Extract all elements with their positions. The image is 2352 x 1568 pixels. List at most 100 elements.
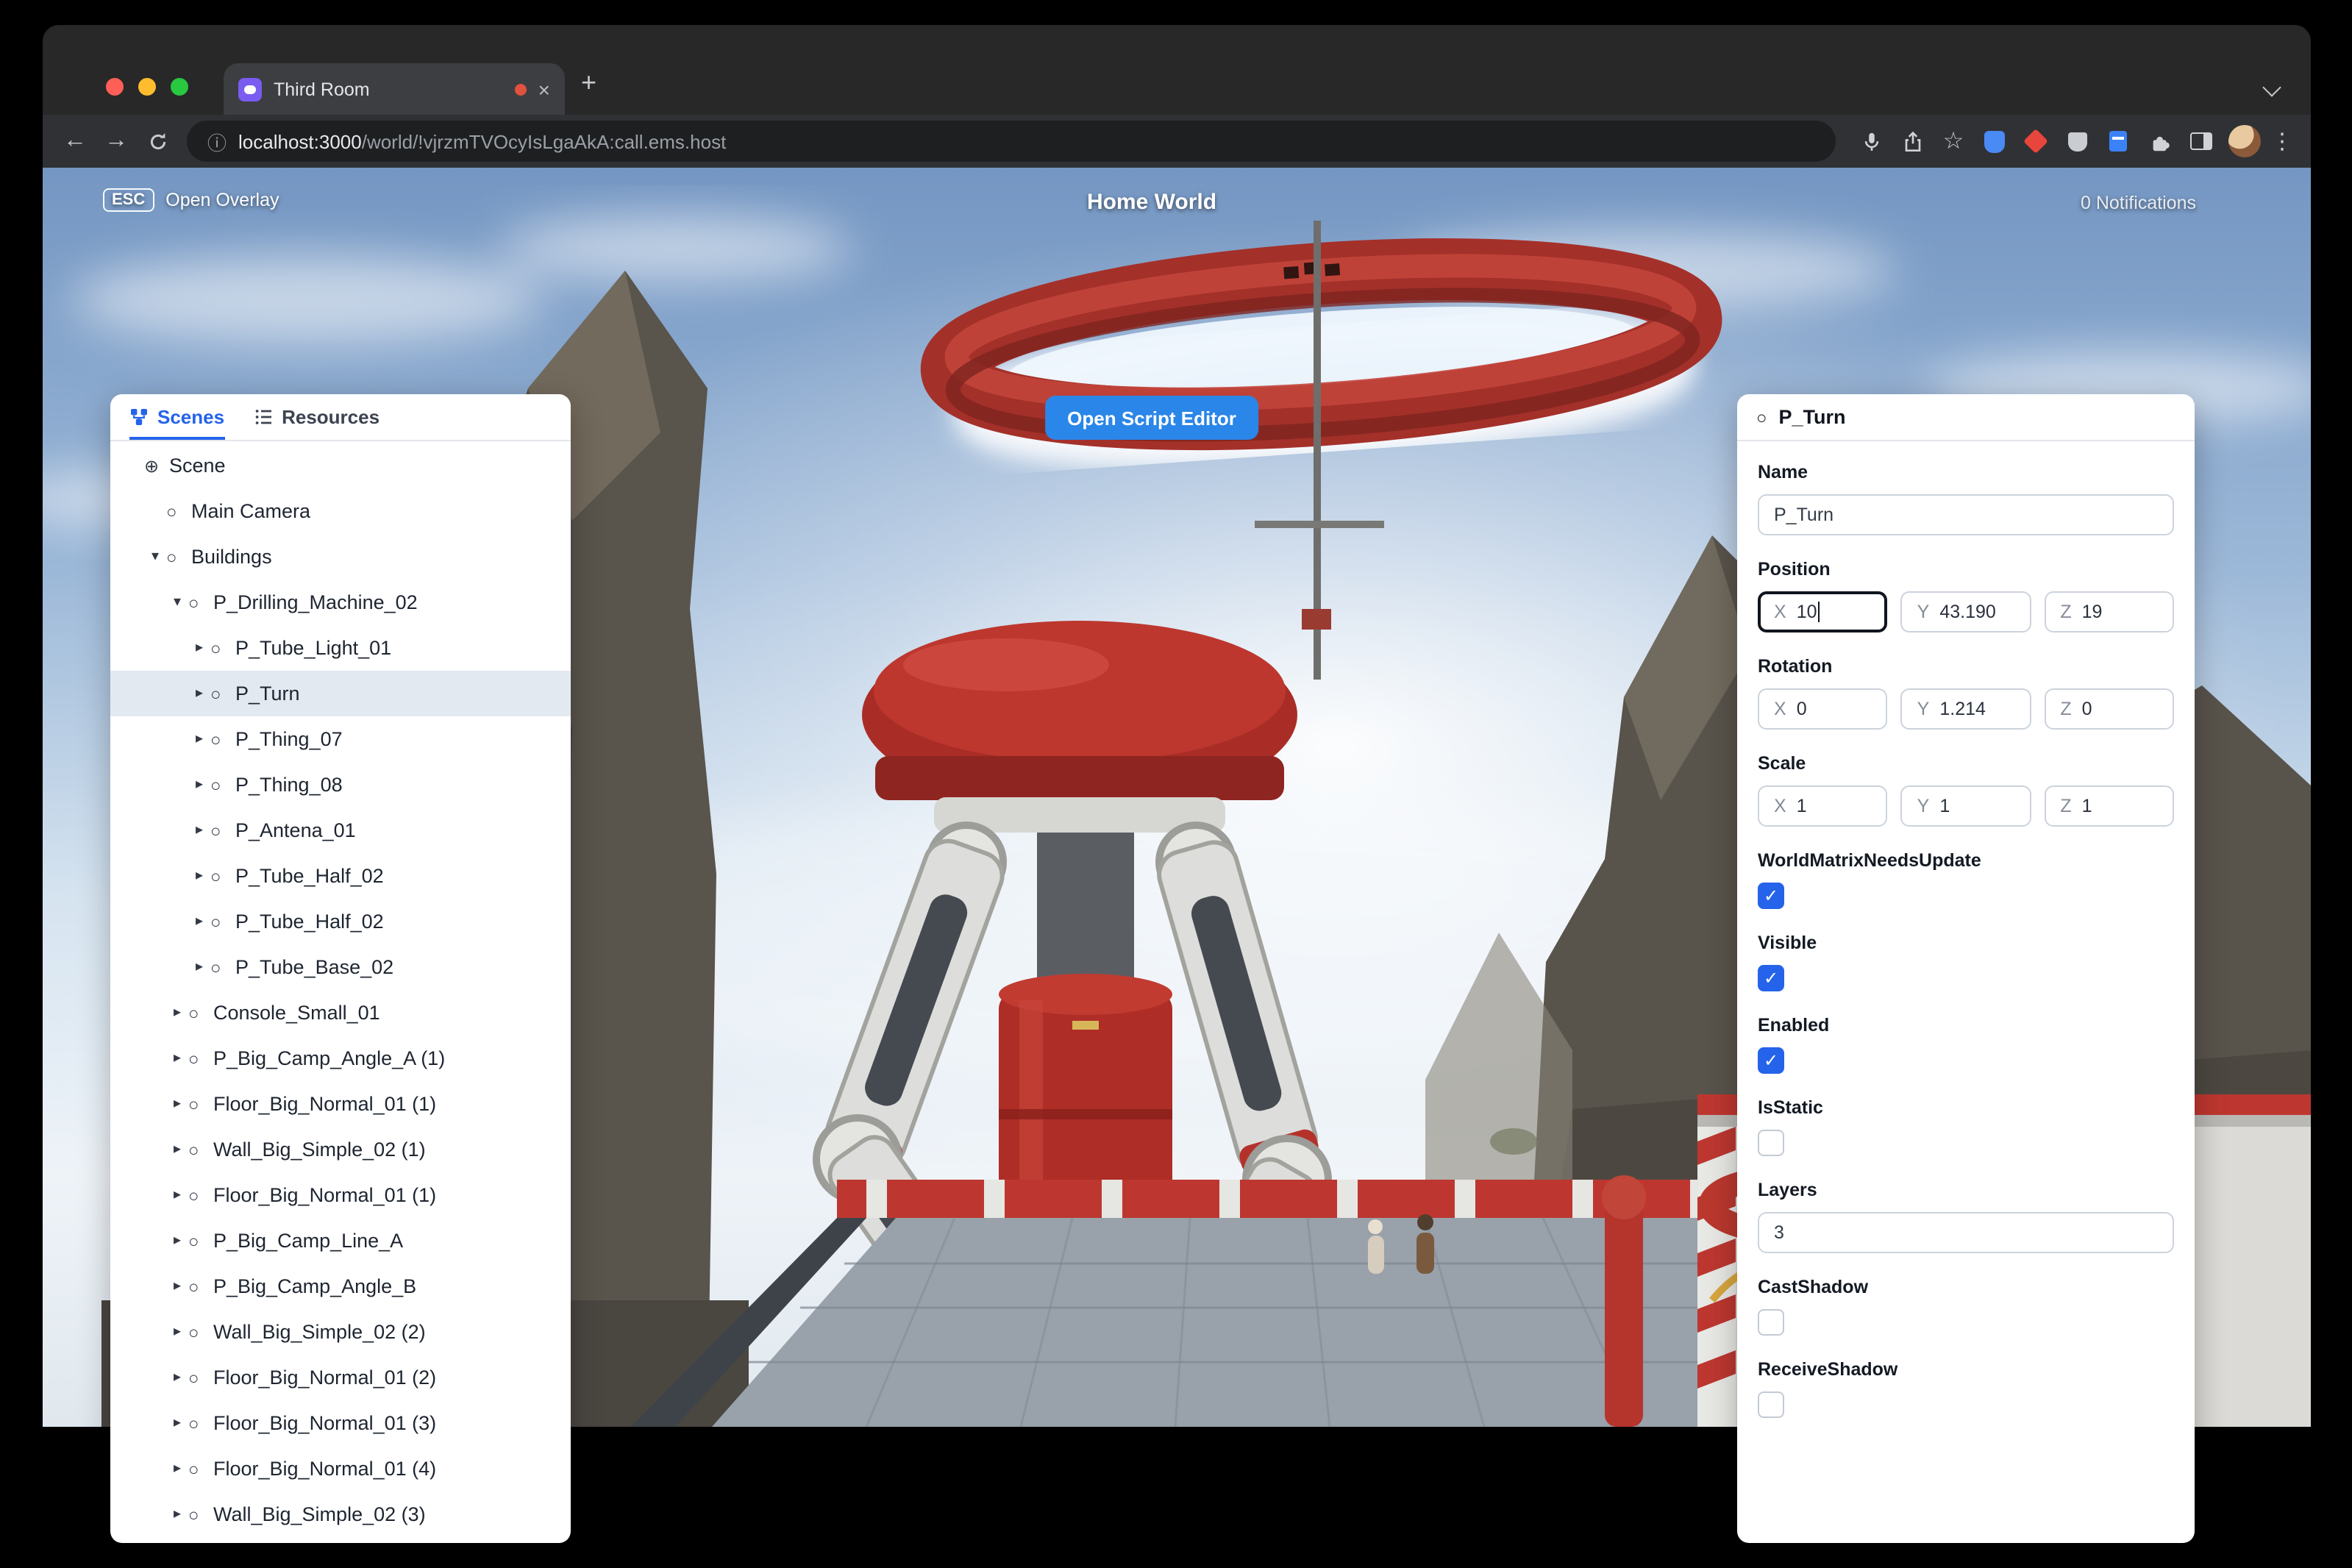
enabled-checkbox[interactable]: ✓ bbox=[1758, 1047, 1784, 1074]
tree-item-wall-big-simple-02-1[interactable]: ▸ ○ Wall_Big_Simple_02 (1) bbox=[110, 1127, 571, 1172]
tree-item-floor-big-normal-01-1[interactable]: ▸ ○ Floor_Big_Normal_01 (1) bbox=[110, 1172, 571, 1218]
tree-item-p-big-camp-line-a[interactable]: ▸ ○ P_Big_Camp_Line_A bbox=[110, 1218, 571, 1264]
tree-item-p-big-camp-angle-b[interactable]: ▸ ○ P_Big_Camp_Angle_B bbox=[110, 1264, 571, 1309]
extension-diamond-icon[interactable] bbox=[2015, 129, 2056, 154]
tree-item-label: P_Thing_08 bbox=[235, 774, 343, 796]
microphone-icon[interactable] bbox=[1850, 130, 1892, 152]
tree-item-p-turn[interactable]: ▸ ○ P_Turn bbox=[110, 671, 571, 716]
expand-arrow-icon[interactable]: ▸ bbox=[188, 640, 210, 656]
expand-arrow-icon[interactable]: ▸ bbox=[166, 1050, 188, 1066]
search-tabs-chevron-icon[interactable] bbox=[2262, 78, 2281, 97]
tree-item-floor-big-normal-01-2[interactable]: ▸ ○ Floor_Big_Normal_01 (2) bbox=[110, 1355, 571, 1400]
expand-arrow-icon[interactable]: ▸ bbox=[188, 777, 210, 793]
layers-input[interactable]: 3 bbox=[1758, 1212, 2174, 1253]
expand-arrow-icon[interactable]: ▸ bbox=[166, 1415, 188, 1431]
profile-avatar[interactable] bbox=[2221, 125, 2268, 157]
collapse-arrow-icon[interactable]: ▾ bbox=[166, 594, 188, 610]
extensions-puzzle-icon[interactable] bbox=[2139, 130, 2180, 152]
bookmark-star-icon[interactable]: ☆ bbox=[1933, 126, 1974, 156]
expand-arrow-icon[interactable]: ▸ bbox=[188, 685, 210, 702]
scale-z-input[interactable]: Z 1 bbox=[2044, 785, 2174, 827]
position-x-input[interactable]: X 10 bbox=[1758, 591, 1888, 632]
tab-close-icon[interactable]: × bbox=[538, 79, 550, 99]
expand-arrow-icon[interactable]: ▸ bbox=[188, 731, 210, 747]
tab-resources[interactable]: Resources bbox=[254, 394, 379, 440]
browser-menu-icon[interactable]: ⋮ bbox=[2271, 128, 2293, 154]
tree-item-floor-big-normal-01-4[interactable]: ▸ ○ Floor_Big_Normal_01 (4) bbox=[110, 1446, 571, 1492]
tree-item-p-big-camp-angle-a-1[interactable]: ▸ ○ P_Big_Camp_Angle_A (1) bbox=[110, 1036, 571, 1081]
expand-arrow-icon[interactable]: ▸ bbox=[188, 868, 210, 884]
tree-item-p-tube-light-01[interactable]: ▸ ○ P_Tube_Light_01 bbox=[110, 625, 571, 671]
tree-item-console-small-01[interactable]: ▸ ○ Console_Small_01 bbox=[110, 990, 571, 1036]
scenes-hierarchy-icon bbox=[131, 409, 147, 425]
extension-shield-icon[interactable] bbox=[1974, 130, 2015, 152]
window-minimize-button[interactable] bbox=[138, 78, 156, 96]
expand-arrow-icon[interactable]: ▸ bbox=[166, 1233, 188, 1249]
scene-tree[interactable]: ⊕ Scene ○ Main Camera ▾ ○ Buildings ▾ ○ P_Drillin… bbox=[110, 443, 571, 1543]
extension-doc-icon[interactable] bbox=[2098, 131, 2139, 152]
hud-top-bar: ESC Open Overlay Home World 0 Notificati… bbox=[43, 188, 2311, 221]
rotation-z-input[interactable]: Z 0 bbox=[2044, 688, 2174, 730]
expand-arrow-icon[interactable]: ▸ bbox=[166, 1278, 188, 1294]
expand-arrow-icon[interactable]: ▸ bbox=[188, 959, 210, 975]
open-overlay-control[interactable]: ESC Open Overlay bbox=[103, 188, 279, 212]
visible-checkbox[interactable]: ✓ bbox=[1758, 965, 1784, 991]
tab-scenes[interactable]: Scenes bbox=[129, 394, 224, 440]
reload-button[interactable] bbox=[137, 130, 178, 152]
expand-arrow-icon[interactable]: ▸ bbox=[166, 1324, 188, 1340]
tree-item-p-tube-half-02[interactable]: ▸ ○ P_Tube_Half_02 bbox=[110, 853, 571, 899]
isstatic-checkbox[interactable] bbox=[1758, 1130, 1784, 1156]
browser-tab[interactable]: Third Room × bbox=[224, 63, 565, 115]
tree-item-buildings[interactable]: ▾ ○ Buildings bbox=[110, 534, 571, 580]
open-script-editor-button[interactable]: Open Script Editor bbox=[1045, 396, 1258, 440]
worldmatrixneedsupdate-checkbox[interactable]: ✓ bbox=[1758, 883, 1784, 909]
scale-x-input[interactable]: X 1 bbox=[1758, 785, 1888, 827]
expand-arrow-icon[interactable]: ▸ bbox=[166, 1005, 188, 1021]
window-zoom-button[interactable] bbox=[171, 78, 188, 96]
tree-item-p-antena-01[interactable]: ▸ ○ P_Antena_01 bbox=[110, 808, 571, 853]
name-input[interactable] bbox=[1758, 494, 2174, 535]
forward-button[interactable]: → bbox=[96, 128, 137, 154]
tree-item-scene[interactable]: ⊕ Scene bbox=[110, 443, 571, 488]
hierarchy-panel-tabs: Scenes Resources bbox=[110, 394, 571, 441]
node-circle-icon: ○ bbox=[166, 501, 177, 521]
tree-item-floor-big-normal-01-3[interactable]: ▸ ○ Floor_Big_Normal_01 (3) bbox=[110, 1400, 571, 1446]
axis-x-label: X bbox=[1774, 602, 1786, 622]
expand-arrow-icon[interactable]: ▸ bbox=[166, 1141, 188, 1158]
share-icon[interactable] bbox=[1892, 130, 1933, 152]
rotation-y-input[interactable]: Y 1.214 bbox=[1900, 688, 2031, 730]
expand-arrow-icon[interactable]: ▸ bbox=[166, 1506, 188, 1522]
window-close-button[interactable] bbox=[106, 78, 124, 96]
tree-item-p-drilling-machine-02[interactable]: ▾ ○ P_Drilling_Machine_02 bbox=[110, 580, 571, 625]
tree-item-p-tube-half-02[interactable]: ▸ ○ P_Tube_Half_02 bbox=[110, 899, 571, 944]
scale-y-input[interactable]: Y 1 bbox=[1900, 785, 2031, 827]
tree-item-label: Main Camera bbox=[191, 500, 311, 522]
rotation-x-input[interactable]: X 0 bbox=[1758, 688, 1888, 730]
tree-item-wall-big-simple-02-3[interactable]: ▸ ○ Wall_Big_Simple_02 (3) bbox=[110, 1492, 571, 1537]
expand-arrow-icon[interactable]: ▸ bbox=[166, 1187, 188, 1203]
position-y-input[interactable]: Y 43.190 bbox=[1900, 591, 2031, 632]
expand-arrow-icon[interactable]: ▸ bbox=[188, 822, 210, 838]
expand-arrow-icon[interactable]: ▸ bbox=[166, 1096, 188, 1112]
tree-item-wall-big-simple-02-2[interactable]: ▸ ○ Wall_Big_Simple_02 (2) bbox=[110, 1309, 571, 1355]
tree-item-main-camera[interactable]: ○ Main Camera bbox=[110, 488, 571, 534]
site-info-icon[interactable]: ⓘ bbox=[207, 127, 227, 155]
extension-flask-icon[interactable] bbox=[2056, 132, 2098, 151]
tree-item-p-thing-08[interactable]: ▸ ○ P_Thing_08 bbox=[110, 762, 571, 808]
notifications-label[interactable]: 0 Notifications bbox=[2081, 193, 2196, 213]
collapse-arrow-icon[interactable]: ▾ bbox=[144, 549, 166, 565]
tree-item-floor-big-normal-01-1[interactable]: ▸ ○ Floor_Big_Normal_01 (1) bbox=[110, 1081, 571, 1127]
tree-item-p-thing-07[interactable]: ▸ ○ P_Thing_07 bbox=[110, 716, 571, 762]
expand-arrow-icon[interactable]: ▸ bbox=[166, 1369, 188, 1386]
expand-arrow-icon[interactable]: ▸ bbox=[188, 913, 210, 930]
side-panel-icon[interactable] bbox=[2180, 132, 2221, 150]
castshadow-checkbox[interactable] bbox=[1758, 1309, 1784, 1336]
inspector-body: Name Position X 10 Y 43.190 bbox=[1737, 441, 2195, 1418]
back-button[interactable]: ← bbox=[54, 128, 96, 154]
position-z-input[interactable]: Z 19 bbox=[2044, 591, 2174, 632]
receiveshadow-checkbox[interactable] bbox=[1758, 1391, 1784, 1418]
new-tab-button[interactable]: + bbox=[581, 69, 596, 96]
expand-arrow-icon[interactable]: ▸ bbox=[166, 1461, 188, 1477]
address-bar[interactable]: ⓘ localhost:3000/world/!vjrzmTVOcyIsLgaA… bbox=[187, 121, 1836, 162]
tree-item-p-tube-base-02[interactable]: ▸ ○ P_Tube_Base_02 bbox=[110, 944, 571, 990]
